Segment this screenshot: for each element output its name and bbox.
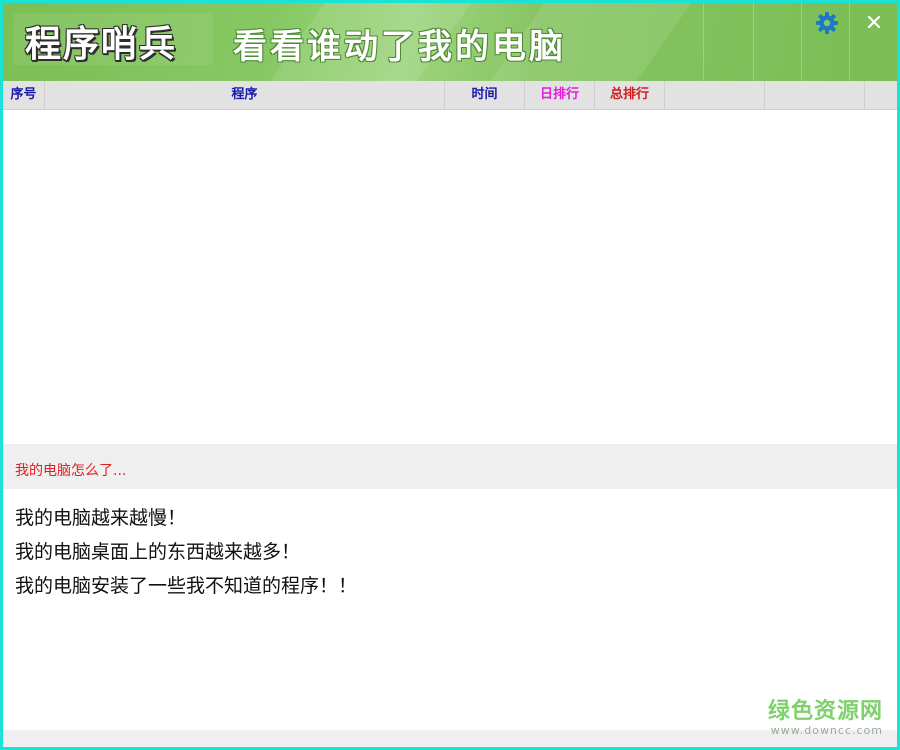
message-list: 我的电脑越来越慢！ 我的电脑桌面上的东西越来越多！ 我的电脑安装了一些我不知道的… (15, 501, 875, 603)
column-header-empty (665, 81, 765, 109)
header-divider (849, 3, 850, 81)
header-divider (801, 3, 802, 81)
watermark-text: 绿色资源网 (767, 699, 883, 724)
title-bar[interactable]: 程序哨兵 看看谁动了我的电脑 (3, 3, 897, 81)
column-header-empty (765, 81, 865, 109)
status-strip (3, 730, 897, 747)
column-header-daily-rank[interactable]: 日排行 (525, 81, 595, 109)
message-item: 我的电脑越来越慢！ (15, 507, 187, 529)
close-icon[interactable] (865, 13, 883, 31)
program-list[interactable] (3, 110, 897, 444)
column-header-index[interactable]: 序号 (3, 81, 45, 109)
column-header-program[interactable]: 程序 (45, 81, 445, 109)
watermark: 绿色资源网 www.downcc.com (765, 700, 883, 738)
column-header-total-rank[interactable]: 总排行 (595, 81, 665, 109)
info-bar: 我的电脑怎么了... (3, 444, 897, 489)
app-title: 程序哨兵 (25, 24, 178, 65)
header-divider (753, 3, 754, 81)
message-item: 我的电脑安装了一些我不知道的程序！！ (15, 575, 358, 597)
watermark-url: www.downcc.com (770, 724, 883, 737)
message-item: 我的电脑桌面上的东西越来越多！ (15, 541, 301, 563)
table-header: 序号 程序 时间 日排行 总排行 (3, 81, 897, 110)
header-divider (703, 3, 704, 81)
gear-icon[interactable] (815, 11, 839, 35)
column-header-empty (865, 81, 897, 109)
app-window: 程序哨兵 看看谁动了我的电脑 序号 程序 时间 日排行 总排行 我的电脑怎么了.… (0, 0, 900, 750)
column-header-time[interactable]: 时间 (445, 81, 525, 109)
app-slogan: 看看谁动了我的电脑 (233, 27, 566, 67)
info-title: 我的电脑怎么了... (15, 463, 127, 479)
